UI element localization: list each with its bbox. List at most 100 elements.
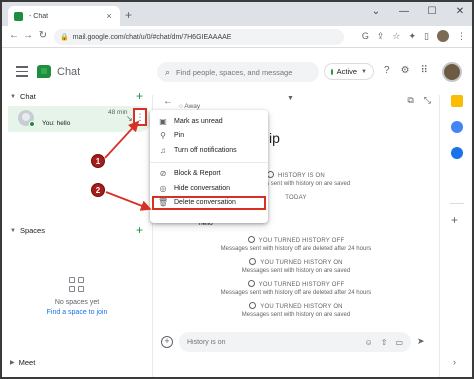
step-2-badge: 2	[91, 183, 105, 197]
dm-presence-dot	[29, 121, 35, 127]
new-tab-button[interactable]: +	[125, 8, 132, 22]
trash-icon: 🗑	[158, 198, 169, 208]
history-icon	[247, 280, 255, 287]
system-message-title: YOU TURNED HISTORY OFF	[153, 236, 439, 244]
chevron-down-icon: ▼	[361, 68, 367, 75]
menu-divider	[150, 161, 268, 163]
video-icon[interactable]: ▭	[395, 338, 403, 347]
chat-section-header[interactable]: ▼ Chat	[10, 92, 36, 101]
more-options-button[interactable]: ⋮	[133, 108, 147, 126]
tab-close-icon[interactable]: ×	[104, 11, 114, 21]
tasks-icon[interactable]	[451, 147, 463, 159]
system-message: YOU TURNED HISTORY ON Messages sent with…	[153, 302, 439, 318]
menu-item-delete-conversation[interactable]: 🗑 Delete conversation	[152, 195, 266, 210]
menu-item-block-report[interactable]: ⊘ Block & Report	[150, 167, 268, 182]
send-icon[interactable]: ➤	[417, 336, 425, 347]
back-arrow-icon[interactable]: ←	[8, 30, 20, 41]
browser-tab[interactable]: - Chat ×	[8, 6, 120, 26]
back-arrow-icon[interactable]: ←	[163, 96, 173, 107]
side-rail: + ›	[439, 95, 472, 377]
system-message: YOU TURNED HISTORY OFF Messages sent wit…	[153, 280, 439, 296]
menu-item-mark-unread[interactable]: ▣ Mark as unread	[150, 114, 268, 129]
system-message-sub: Messages sent with history on are saved	[241, 312, 351, 318]
mute-icon: ↘	[126, 114, 133, 123]
status-dropdown[interactable]: Active ▼	[324, 63, 374, 80]
menu-item-label: Block & Report	[174, 170, 221, 178]
caret-down-icon: ▼	[10, 93, 16, 100]
compose-box[interactable]: ☺ ⇧ ▭	[179, 332, 411, 352]
close-window-button[interactable]: ✕	[454, 6, 466, 17]
dm-list-item[interactable]: 48 min You: hello ↘	[8, 106, 152, 132]
menu-item-label: Mark as unread	[174, 117, 223, 125]
history-icon	[247, 236, 255, 243]
step2-arrow	[105, 191, 152, 211]
reload-icon[interactable]: ↻	[37, 30, 49, 41]
minimize-button[interactable]: —	[398, 6, 410, 17]
menu-item-hide-conversation[interactable]: ◎ Hide conversation	[150, 181, 268, 196]
away-label: Away	[184, 103, 201, 110]
presence-away: ○ Away	[179, 103, 201, 110]
forward-arrow-icon[interactable]: →	[22, 30, 34, 41]
caret-down-icon: ▼	[10, 227, 16, 234]
menu-item-pin[interactable]: ⚲ Pin	[150, 129, 268, 144]
chevron-right-icon[interactable]: ›	[453, 357, 456, 367]
collapse-icon[interactable]: ⤡	[424, 95, 431, 106]
calendar-icon[interactable]	[451, 95, 463, 107]
search-icon: ⌕	[165, 66, 171, 77]
help-icon[interactable]: ?	[384, 65, 390, 76]
pin-icon: ⚲	[160, 131, 166, 141]
search-bar[interactable]: ⌕	[157, 62, 319, 82]
google-icon[interactable]: G	[362, 31, 369, 41]
emoji-icon[interactable]: ☺	[365, 338, 373, 347]
account-avatar[interactable]	[442, 62, 462, 82]
hide-icon: ◎	[159, 183, 167, 193]
upload-icon[interactable]: ⇧	[381, 338, 388, 347]
history-icon	[249, 302, 257, 309]
menu-item-turn-off-notifications[interactable]: ♫ Turn off notifications	[150, 143, 268, 158]
menu-item-label: Turn off notifications	[174, 146, 237, 154]
system-message: YOU TURNED HISTORY OFF Messages sent wit…	[153, 236, 439, 252]
profile-avatar[interactable]	[437, 30, 449, 42]
history-icon	[267, 171, 275, 178]
app-name: Chat	[57, 66, 81, 78]
tab-search-icon[interactable]: ⌄	[370, 6, 382, 17]
meet-section-header[interactable]: ▶ Meet	[10, 358, 35, 367]
window-controls: ⌄ — ☐ ✕	[370, 6, 466, 17]
dm-time: 48 min	[108, 109, 128, 116]
sidebar-panel-icon[interactable]: ▯	[424, 31, 429, 42]
maximize-button[interactable]: ☐	[426, 6, 438, 17]
meet-section-label: Meet	[18, 358, 36, 367]
keep-icon[interactable]	[451, 121, 463, 133]
spaces-empty-icon	[69, 277, 85, 293]
bookmark-star-icon[interactable]: ☆	[392, 31, 400, 42]
browser-tab-strip: - Chat × + ⌄ — ☐ ✕	[2, 2, 472, 26]
google-chat-logo-icon	[37, 65, 51, 78]
apps-grid-icon[interactable]: ⠿	[421, 65, 428, 76]
tab-title: - Chat	[29, 12, 49, 20]
share-icon[interactable]: ⇪	[377, 31, 385, 42]
header-icons: ? ⚙ ⠿	[384, 65, 428, 76]
lock-icon: 🔒	[60, 34, 69, 41]
system-message-title: YOU TURNED HISTORY ON	[153, 302, 439, 310]
find-space-link[interactable]: Find a space to join	[2, 309, 152, 316]
conversation-dropdown-icon[interactable]: ▼	[287, 95, 294, 102]
extensions-icon[interactable]: ✦	[409, 31, 417, 42]
menu-item-label: Delete conversation	[174, 199, 236, 207]
message-input[interactable]	[187, 338, 347, 346]
add-app-plus-icon[interactable]: +	[451, 213, 458, 227]
dm-preview: You: hello	[42, 120, 71, 127]
window-frame: - Chat × + ⌄ — ☐ ✕ ← → ↻ 🔒 mail.google.c…	[0, 0, 474, 379]
search-input[interactable]	[176, 67, 307, 77]
dm-context-menu: ▣ Mark as unread ⚲ Pin ♫ Turn off notifi…	[150, 110, 268, 223]
spaces-section-header[interactable]: ▼ Spaces	[10, 226, 45, 235]
browser-menu-icon[interactable]: ⋮	[457, 31, 466, 42]
address-bar[interactable]: 🔒 mail.google.com/chat/u/0/#chat/dm/7H6G…	[54, 29, 344, 45]
main-menu-icon[interactable]	[16, 66, 28, 80]
system-message-sub: Messages sent with history off are delet…	[220, 246, 372, 252]
conversation-header-icons: ⧉ ⤡	[407, 95, 431, 106]
compose-icons: ☺ ⇧ ▭	[365, 338, 403, 347]
add-attachment-icon[interactable]: +	[161, 336, 173, 348]
caret-right-icon: ▶	[10, 360, 15, 366]
settings-gear-icon[interactable]: ⚙	[401, 65, 410, 76]
popout-icon[interactable]: ⧉	[407, 95, 413, 106]
